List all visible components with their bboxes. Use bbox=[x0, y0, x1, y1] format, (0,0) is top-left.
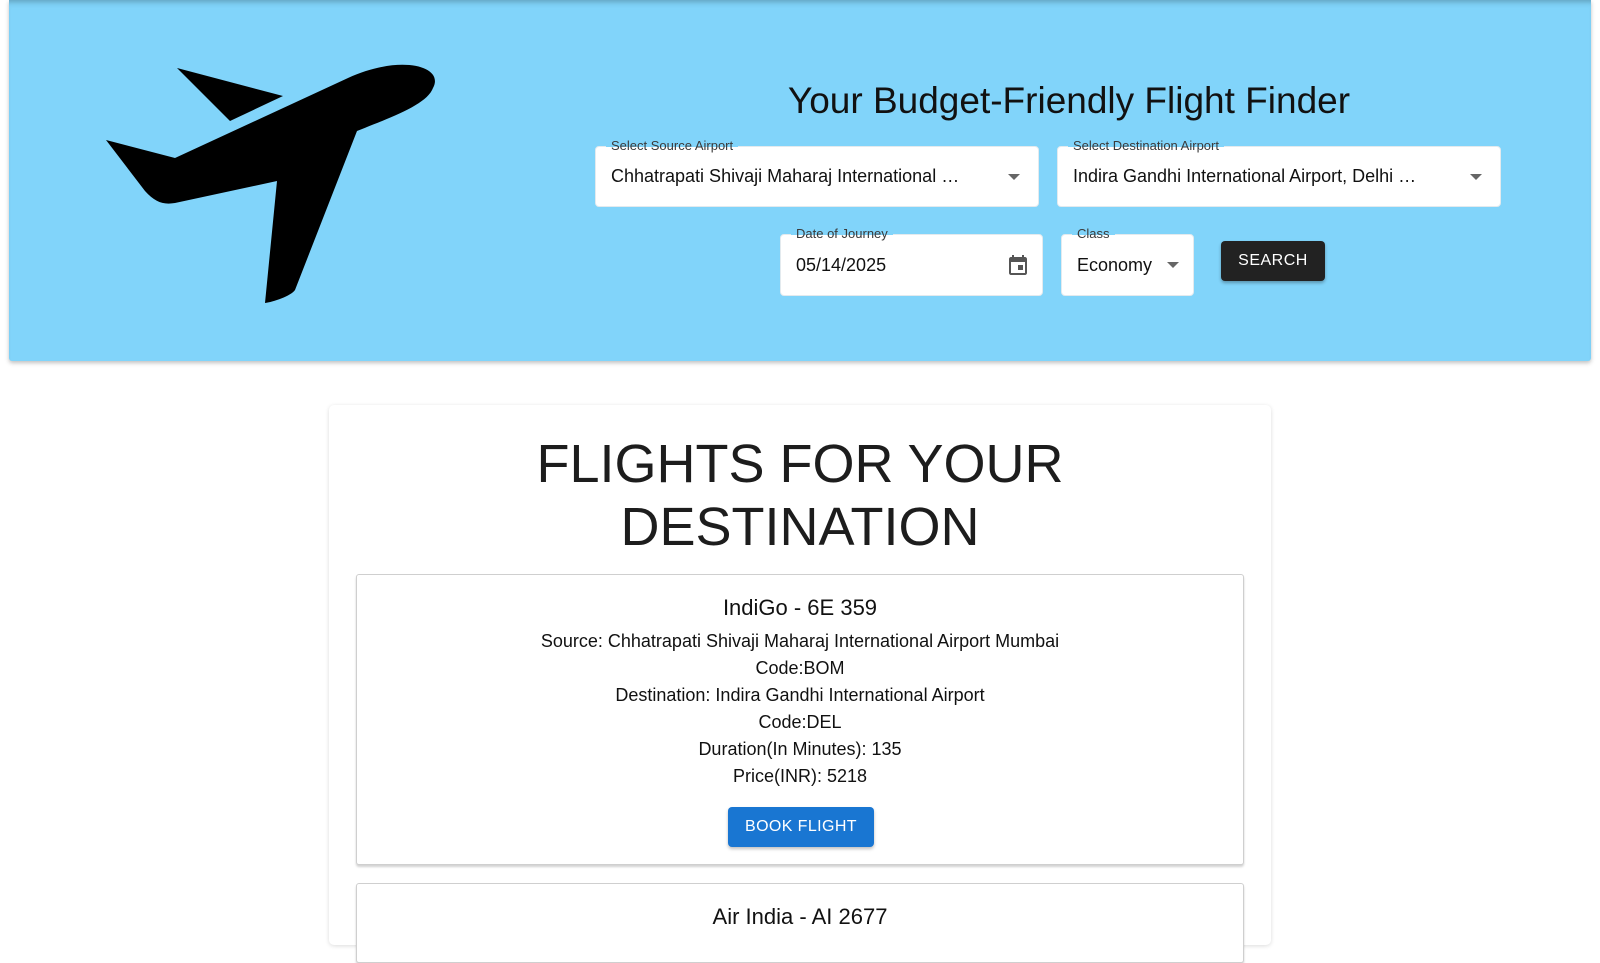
chevron-down-icon bbox=[1470, 173, 1482, 180]
flight-duration: Duration(In Minutes): 135 bbox=[698, 739, 902, 759]
results-title: FLIGHTS FOR YOUR DESTINATION bbox=[329, 433, 1271, 559]
results-panel: FLIGHTS FOR YOUR DESTINATION IndiGo - 6E… bbox=[329, 405, 1271, 963]
flight-card: Air India - AI 2677 bbox=[356, 883, 1244, 963]
airplane-icon bbox=[106, 64, 435, 303]
flight-name: IndiGo - 6E 359 bbox=[722, 595, 878, 620]
flight-card: IndiGo - 6E 359 Source: Chhatrapati Shiv… bbox=[356, 574, 1244, 865]
source-airport-value: Chhatrapati Shivaji Maharaj Internationa… bbox=[611, 166, 960, 186]
chevron-down-icon bbox=[1008, 173, 1020, 180]
search-button[interactable]: SEARCH bbox=[1221, 241, 1325, 281]
results-title-line2: DESTINATION bbox=[620, 497, 980, 557]
calendar-icon[interactable] bbox=[1006, 253, 1030, 277]
destination-airport-value: Indira Gandhi International Airport, Del… bbox=[1073, 166, 1417, 186]
class-value: Economy bbox=[1077, 254, 1153, 275]
header-banner: Your Budget-Friendly Flight Finder Selec… bbox=[9, 0, 1591, 361]
flight-name: Air India - AI 2677 bbox=[712, 904, 888, 929]
flight-destination-code: Code:DEL bbox=[758, 712, 842, 732]
class-select[interactable]: Class Economy bbox=[1061, 226, 1194, 296]
source-airport-select[interactable]: Select Source Airport Chhatrapati Shivaj… bbox=[595, 138, 1039, 207]
flight-source-code: Code:BOM bbox=[755, 658, 845, 678]
flight-source: Source: Chhatrapati Shivaji Maharaj Inte… bbox=[540, 631, 1060, 651]
results-title-line1: FLIGHTS FOR YOUR bbox=[536, 434, 1064, 494]
book-flight-button[interactable]: BOOK FLIGHT bbox=[728, 807, 874, 847]
flight-price: Price(INR): 5218 bbox=[732, 766, 868, 786]
flight-destination: Destination: Indira Gandhi International… bbox=[615, 685, 985, 705]
app-title: Your Budget-Friendly Flight Finder bbox=[787, 80, 1351, 121]
destination-airport-select[interactable]: Select Destination Airport Indira Gandhi… bbox=[1057, 138, 1501, 207]
chevron-down-icon bbox=[1167, 262, 1179, 268]
date-of-journey-value: 05/14/2025 bbox=[796, 254, 887, 275]
date-of-journey-input[interactable]: Date of Journey 05/14/2025 bbox=[780, 226, 1043, 296]
